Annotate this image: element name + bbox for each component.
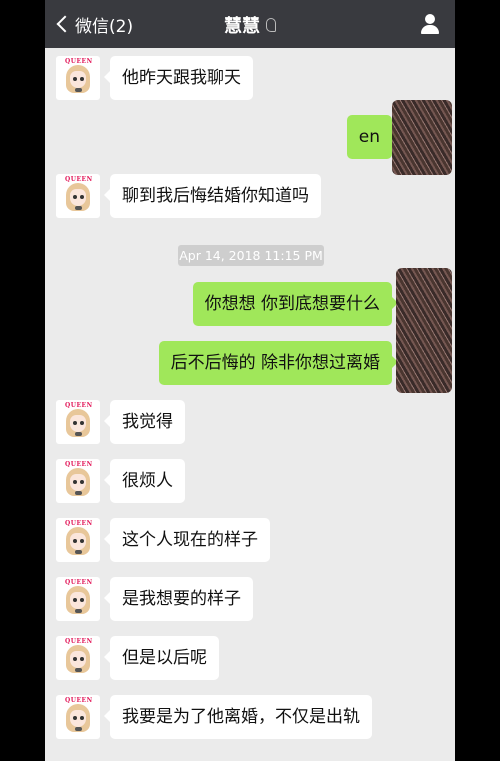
navigation-bar: 微信(2) 慧慧 [45,0,455,48]
partial-next-message [45,748,455,761]
avatar[interactable]: QUEEN [56,459,100,503]
ear-icon [266,18,276,32]
person-icon [425,14,435,24]
message-bubble-outgoing[interactable]: 你想想 你到底想要什么 [192,282,399,326]
avatar[interactable]: QUEEN [56,56,100,100]
avatar-tag: QUEEN [65,58,93,65]
chat-title: 慧慧 [224,16,260,37]
message-bubble-incoming[interactable]: 这个人现在的样子 [104,518,270,562]
avatar-tag: QUEEN [65,638,93,645]
back-label: 微信(2) [75,16,134,37]
message-bubble-incoming[interactable]: 他昨天跟我聊天 [104,56,253,100]
chat-screen: 微信(2) 慧慧 QUEEN 他昨天跟我聊天 en QUEEN 聊到我后悔结婚你… [45,0,455,761]
avatar-tag: QUEEN [65,461,93,468]
avatar[interactable]: QUEEN [56,400,100,444]
avatar-tag: QUEEN [65,579,93,586]
avatar[interactable]: QUEEN [56,577,100,621]
timestamp-label: Apr 14, 2018 11:15 PM [178,245,324,266]
message-bubble-incoming[interactable]: 我要是为了他离婚，不仅是出轨 [104,695,372,739]
avatar-tag: QUEEN [65,697,93,704]
avatar-tag: QUEEN [65,176,93,183]
message-bubble-outgoing[interactable]: en [346,115,399,159]
avatar-tag: QUEEN [65,520,93,527]
message-bubble-incoming[interactable]: 但是以后呢 [104,636,219,680]
avatar[interactable]: QUEEN [56,636,100,680]
message-bubble-incoming[interactable]: 聊到我后悔结婚你知道吗 [104,174,321,218]
avatar-tag: QUEEN [65,402,93,409]
message-bubble-incoming[interactable]: 我觉得 [104,400,185,444]
back-button[interactable]: 微信(2) [55,12,134,37]
redacted-avatar [392,100,452,175]
message-bubble-incoming[interactable]: 是我想要的样子 [104,577,253,621]
message-bubble-outgoing[interactable]: 后不后悔的 除非你想过离婚 [158,341,399,385]
chevron-left-icon [56,15,74,33]
message-bubble-incoming[interactable]: 很烦人 [104,459,185,503]
avatar[interactable]: QUEEN [56,518,100,562]
redacted-avatar [396,268,452,393]
profile-button[interactable] [419,12,441,36]
avatar[interactable]: QUEEN [56,174,100,218]
avatar[interactable]: QUEEN [56,695,100,739]
